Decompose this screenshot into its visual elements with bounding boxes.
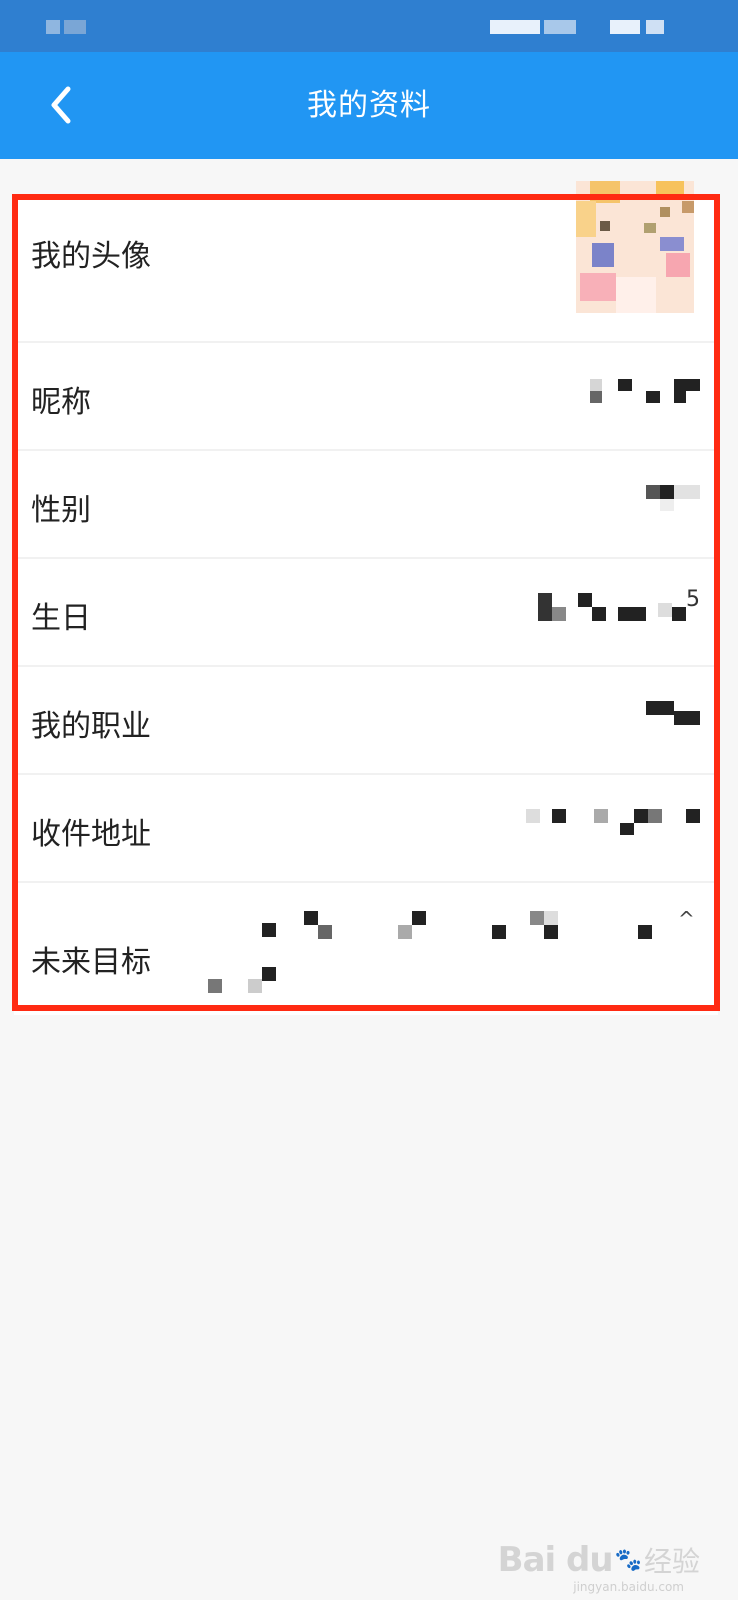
row-gender[interactable]: 性别 — [14, 451, 718, 559]
page-title: 我的资料 — [307, 88, 431, 123]
birthday-fragment: 5 — [686, 587, 700, 612]
row-avatar[interactable]: 我的头像 — [14, 181, 718, 343]
address-value-blurred — [526, 809, 700, 845]
row-label: 收件地址 — [31, 817, 151, 852]
nickname-value-blurred — [590, 379, 700, 415]
gender-value-blurred — [646, 485, 700, 521]
watermark: Bai du 🐾 经验 — [498, 1540, 700, 1580]
avatar — [576, 181, 694, 313]
row-address[interactable]: 收件地址 — [14, 775, 718, 883]
goal-fragment: ^ — [678, 907, 695, 931]
paw-icon: 🐾 — [614, 1547, 642, 1573]
chevron-left-icon — [51, 86, 71, 124]
watermark-url: jingyan.baidu.com — [573, 1580, 684, 1594]
birthday-value-blurred: 5 — [538, 587, 700, 629]
occupation-value-blurred — [646, 701, 700, 737]
app-header: 我的资料 — [0, 52, 738, 159]
row-label: 性别 — [31, 493, 91, 528]
row-nickname[interactable]: 昵称 — [14, 343, 718, 451]
back-button[interactable] — [36, 80, 86, 130]
row-label: 未来目标 — [31, 945, 151, 980]
status-bar — [0, 0, 738, 52]
row-label: 生日 — [31, 601, 91, 636]
row-label: 我的头像 — [31, 239, 151, 274]
row-birthday[interactable]: 生日 5 — [14, 559, 718, 667]
row-occupation[interactable]: 我的职业 — [14, 667, 718, 775]
goal-value-blurred: ^ — [208, 907, 695, 993]
profile-list: 我的头像 昵称 性别 生日 5 我的职业 收件地址 未来目标 ^ — [14, 181, 718, 1015]
row-label: 我的职业 — [31, 709, 151, 744]
watermark-brand: Bai du — [497, 1540, 614, 1580]
row-future-goal[interactable]: 未来目标 ^ — [14, 883, 718, 1015]
row-label: 昵称 — [31, 385, 91, 420]
watermark-product: 经验 — [643, 1545, 700, 1578]
